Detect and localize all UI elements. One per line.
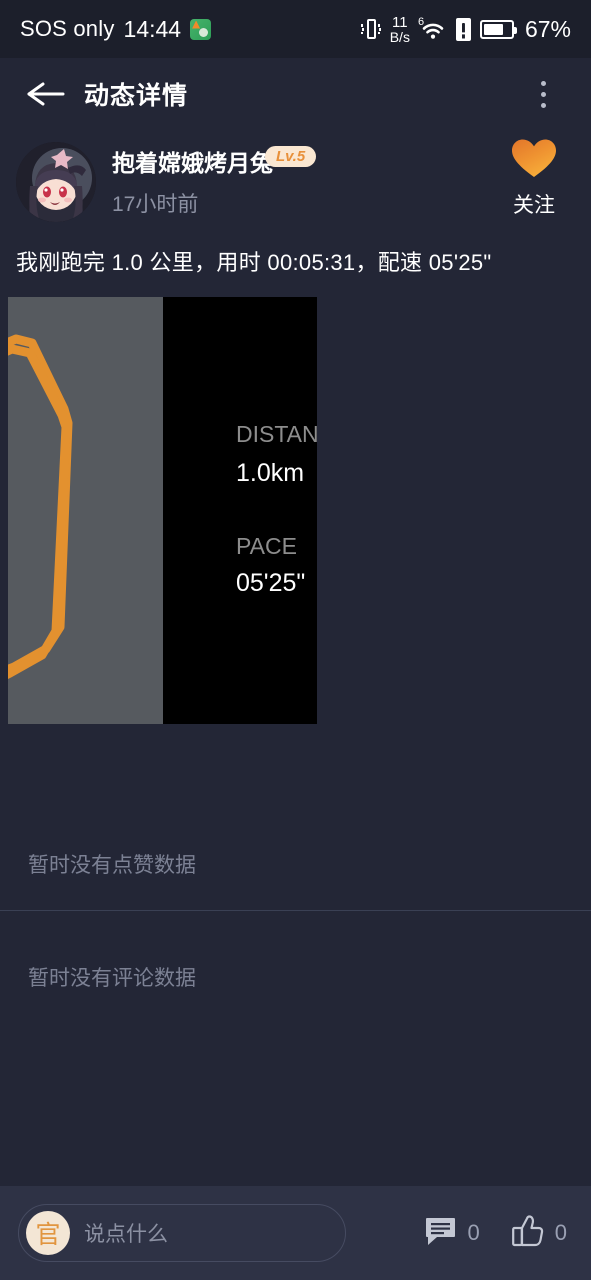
status-bar: SOS only 14:44 11 B/s 6 67% <box>0 0 591 58</box>
heart-icon <box>511 138 557 185</box>
wifi-icon: 6 <box>417 16 447 41</box>
comment-count: 0 <box>467 1220 480 1245</box>
distance-value: 1.0km <box>236 459 305 487</box>
status-bar-clock: 14:44 <box>123 15 182 42</box>
pace-value: 05'25" <box>236 569 306 597</box>
likes-empty-text: 暂时没有点赞数据 <box>28 854 196 877</box>
page-header: 动态详情 <box>0 58 591 130</box>
author-name[interactable]: 抱着嫦娥烤月兔 <box>112 144 273 178</box>
route-map <box>8 297 163 724</box>
notepad-icon <box>190 18 212 40</box>
app-screen: SOS only 14:44 11 B/s 6 67% 动态详情 抱着嫦娥烤月兔… <box>0 0 591 1280</box>
post-timestamp: 17小时前 <box>112 193 199 216</box>
follow-button[interactable]: 关注 <box>497 138 571 219</box>
vibrate-icon <box>360 17 381 41</box>
carrier-label: SOS only <box>20 16 115 41</box>
wifi-generation-label: 6 <box>417 16 425 28</box>
comments-empty-text: 暂时没有评论数据 <box>28 967 196 990</box>
bottom-action-bar: 官 说点什么 0 0 <box>0 1186 591 1280</box>
follow-label: 关注 <box>513 194 555 217</box>
bottom-bar-actions: 0 0 <box>425 1186 567 1280</box>
status-bar-right: 11 B/s 6 67% <box>360 15 571 44</box>
comment-button[interactable]: 0 <box>425 1215 480 1252</box>
more-vertical-icon[interactable] <box>523 72 563 116</box>
like-button[interactable]: 0 <box>510 1214 567 1253</box>
user-avatar[interactable] <box>16 142 96 222</box>
status-bar-left: SOS only 14:44 <box>20 15 212 43</box>
network-speed-unit: B/s <box>389 28 410 45</box>
level-badge: Lv.5 <box>265 146 317 167</box>
battery-icon <box>479 19 517 39</box>
distance-label: DISTANCE <box>236 421 317 447</box>
back-arrow-icon[interactable] <box>14 62 78 126</box>
current-user-avatar: 官 <box>26 1211 70 1255</box>
comment-input-placeholder: 说点什么 <box>84 1223 168 1246</box>
author-row: 抱着嫦娥烤月兔 Lv.5 17小时前 关注 <box>0 139 591 228</box>
network-speed-value: 11 <box>392 13 408 31</box>
sim-alert-icon <box>455 17 471 41</box>
comment-icon <box>425 1215 459 1252</box>
thumbs-up-icon <box>510 1214 546 1253</box>
comment-input[interactable]: 官 说点什么 <box>18 1204 346 1262</box>
battery-percent-label: 67% <box>524 15 571 42</box>
pace-label: PACE <box>236 533 297 559</box>
network-speed-indicator: 11 B/s <box>390 15 410 44</box>
post-media[interactable]: DISTANCE 1.0km PACE 05'25" <box>8 297 317 724</box>
section-divider <box>0 910 591 911</box>
media-stats-panel: DISTANCE 1.0km PACE 05'25" <box>163 297 317 724</box>
page-title: 动态详情 <box>84 82 189 110</box>
post-text: 我刚跑完 1.0 公里，用时 00:05:31，配速 05'25" <box>16 250 492 275</box>
like-count: 0 <box>554 1220 567 1245</box>
